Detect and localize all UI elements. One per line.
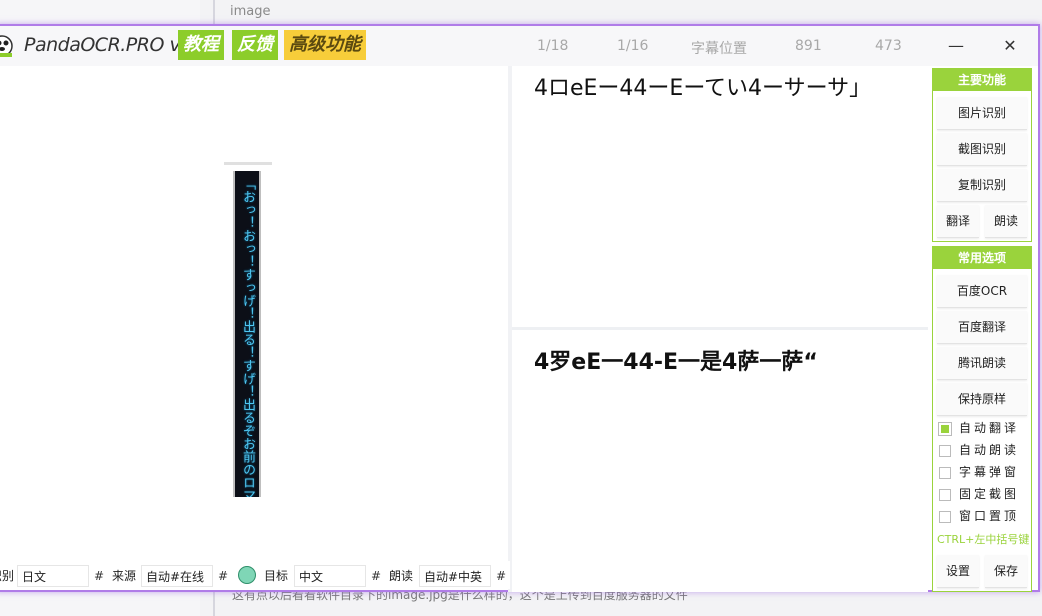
advanced-features-button[interactable]: 高级功能 [284, 30, 366, 60]
position-y-value: 473 [875, 38, 902, 54]
image-preview[interactable]: 「おっ！おっ！すっげ！出る！すげ！出るぞお前のロマ〇 [0, 66, 508, 576]
source-select[interactable]: 自动#在线 [141, 565, 213, 587]
captured-image: 「おっ！おっ！すっげ！出る！すげ！出るぞお前のロマ〇 [224, 162, 272, 499]
window-on-top-checkbox[interactable]: 窗口置顶 [939, 507, 1019, 525]
subtitle-popup-label: 字幕弹窗 [959, 465, 1020, 479]
main-functions-group: 主要功能 图片识别 截图识别 复制识别 翻译 朗读 [932, 68, 1032, 242]
target-hash: # [371, 569, 382, 583]
keep-original-button[interactable]: 保持原样 [937, 383, 1027, 416]
checkbox-unchecked-icon[interactable] [939, 444, 951, 457]
app-window: PandaOCR.PRO v5.47 教程 反馈 高级功能 1/18 1/16 … [0, 24, 1040, 592]
background-text-top: image [230, 4, 271, 19]
title-bar[interactable]: PandaOCR.PRO v5.47 教程 反馈 高级功能 1/18 1/16 … [0, 26, 1038, 66]
source-hash: # [218, 569, 229, 583]
auto-translate-checkbox[interactable]: 自动翻译 [938, 419, 1020, 437]
subtitle-position-label: 字幕位置 [691, 41, 747, 57]
read-hash: # [496, 569, 507, 583]
swap-language-icon[interactable] [238, 566, 256, 584]
language-options-bar: 识别 日文 # 来源 自动#在线 # 目标 中文 # 朗读 自动#中英 # [0, 561, 510, 589]
background-quote-rule [213, 590, 215, 616]
window-on-top-label: 窗口置顶 [959, 509, 1020, 523]
settings-button[interactable]: 设置 [937, 555, 979, 588]
hotkey-hint: CTRL+左中括号键 [937, 533, 1030, 546]
source-label: 来源 [112, 569, 137, 583]
translate-button[interactable]: 翻译 [937, 205, 979, 238]
translation-result-panel[interactable]: 4罗eE一44-E一是4萨一萨“ [512, 330, 928, 592]
auto-translate-label: 自动翻译 [959, 421, 1020, 435]
ocr-result-panel[interactable]: 4ロeEー44ーEーてい4ーサーサ」 [512, 66, 928, 328]
panda-logo-icon [0, 35, 13, 57]
read-aloud-button[interactable]: 朗读 [985, 205, 1027, 238]
common-options-group: 常用选项 百度OCR 百度翻译 腾讯朗读 保持原样 自动翻译 自动朗读 字幕弹窗… [932, 246, 1032, 592]
checkbox-unchecked-icon[interactable] [939, 466, 951, 479]
read-label: 朗读 [389, 569, 414, 583]
recognize-label: 识别 [0, 569, 14, 583]
captured-subtitle-text: 「おっ！おっ！すっげ！出る！すげ！出るぞお前のロマ〇 [240, 177, 255, 497]
auto-read-checkbox[interactable]: 自动朗读 [939, 441, 1019, 459]
translation-result-text[interactable]: 4罗eE一44-E一是4萨一萨“ [534, 344, 818, 376]
target-label: 目标 [264, 569, 289, 583]
target-language-select[interactable]: 中文 [294, 565, 366, 587]
checkbox-checked-icon[interactable] [938, 421, 952, 436]
subtitle-popup-checkbox[interactable]: 字幕弹窗 [939, 463, 1019, 481]
background-quote-rule [213, 0, 215, 24]
read-engine-select[interactable]: 自动#中英 [419, 565, 491, 587]
screenshot-ocr-button[interactable]: 截图识别 [937, 133, 1027, 166]
main-functions-title: 主要功能 [933, 69, 1031, 91]
auto-read-label: 自动朗读 [959, 443, 1020, 457]
checkbox-unchecked-icon[interactable] [939, 510, 951, 523]
image-counter: 1/16 [617, 38, 649, 54]
checkbox-unchecked-icon[interactable] [939, 488, 951, 501]
common-options-title: 常用选项 [933, 247, 1031, 269]
subtitle-image-strip: 「おっ！おっ！すっげ！出る！すげ！出るぞお前のロマ〇 [233, 171, 261, 497]
position-x-value: 891 [795, 38, 822, 54]
ocr-result-text[interactable]: 4ロeEー44ーEーてい4ーサーサ」 [534, 70, 871, 102]
tutorial-button[interactable]: 教程 [178, 30, 224, 60]
image-ocr-button[interactable]: 图片识别 [937, 97, 1027, 130]
fixed-capture-checkbox[interactable]: 固定截图 [939, 485, 1019, 503]
save-button[interactable]: 保存 [985, 555, 1027, 588]
baidu-ocr-button[interactable]: 百度OCR [937, 275, 1027, 308]
fixed-capture-label: 固定截图 [959, 487, 1020, 501]
close-button[interactable]: ✕ [998, 34, 1022, 58]
feedback-button[interactable]: 反馈 [232, 30, 278, 60]
recognize-language-select[interactable]: 日文 [17, 565, 89, 587]
copy-ocr-button[interactable]: 复制识别 [937, 169, 1027, 202]
tencent-read-button[interactable]: 腾讯朗读 [937, 347, 1027, 380]
recognize-hash: # [94, 569, 105, 583]
minimize-button[interactable]: — [944, 34, 968, 58]
function-sidebar: 主要功能 图片识别 截图识别 复制识别 翻译 朗读 常用选项 百度OCR 百度翻… [928, 66, 1036, 592]
baidu-translate-button[interactable]: 百度翻译 [937, 311, 1027, 344]
page-counter: 1/18 [537, 38, 569, 54]
